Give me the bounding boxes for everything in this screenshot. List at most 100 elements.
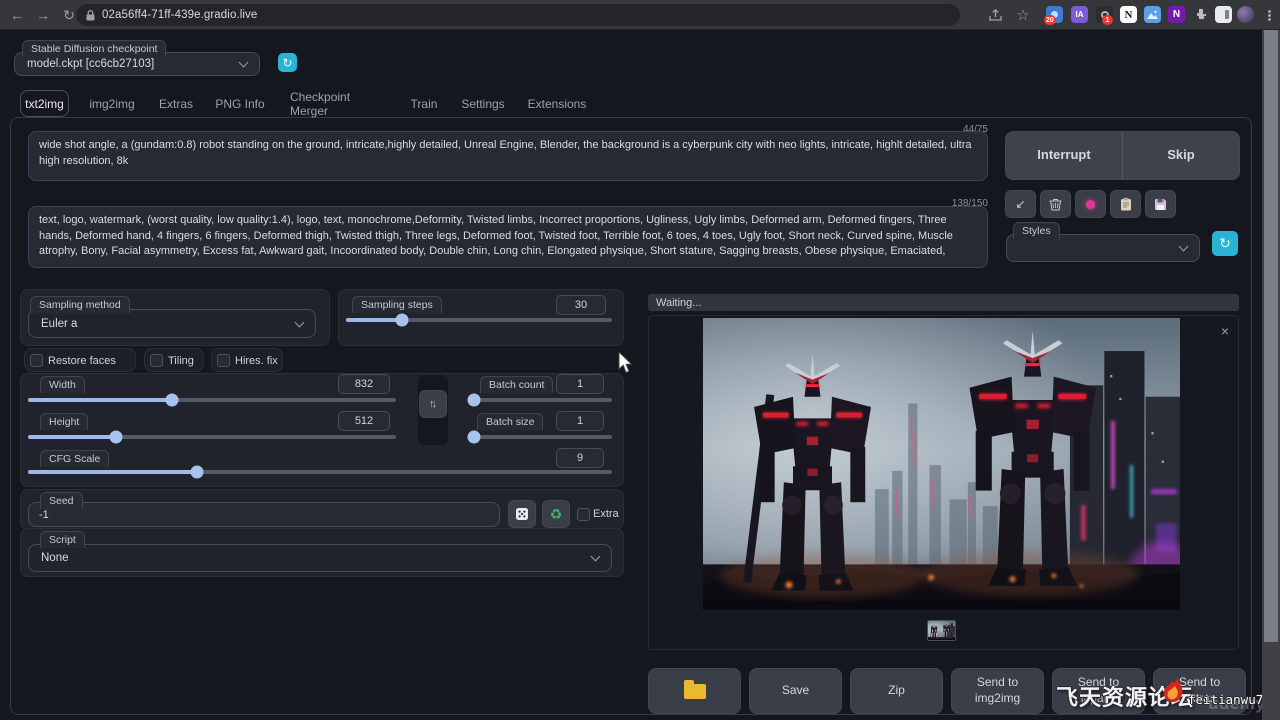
tab-img2img[interactable]: img2img: [88, 90, 136, 117]
extra-networks-button[interactable]: [1075, 190, 1106, 218]
close-image-button[interactable]: ×: [1216, 322, 1234, 340]
clear-prompt-button[interactable]: [1040, 190, 1071, 218]
browser-toolbar: ← → ↻ 02a56ff4-71ff-439e.gradio.live ☆ 2…: [0, 0, 1280, 30]
slider-thumb[interactable]: [110, 431, 123, 444]
batch-size-input[interactable]: [556, 411, 604, 431]
styles-label: Styles: [1013, 222, 1060, 239]
chevron-down-icon: [239, 58, 249, 68]
extra-seed-checkbox[interactable]: [577, 508, 590, 521]
tiling-label: Tiling: [168, 355, 194, 367]
extension-icon-notion[interactable]: N: [1120, 6, 1137, 23]
generated-image[interactable]: [703, 318, 1180, 610]
clipboard-icon: [1120, 197, 1132, 211]
sampling-method-dropdown[interactable]: Euler a: [28, 309, 316, 338]
batch-size-slider[interactable]: [468, 435, 612, 439]
save-style-button[interactable]: [1145, 190, 1176, 218]
bookmark-star-icon[interactable]: ☆: [1012, 4, 1034, 26]
sampling-method-label: Sampling method: [30, 296, 130, 313]
folder-icon: [684, 684, 706, 699]
skip-button[interactable]: Skip: [1123, 147, 1239, 164]
dice-icon: [515, 507, 529, 521]
zip-button[interactable]: Zip: [850, 668, 943, 714]
random-seed-button[interactable]: [508, 500, 536, 528]
save-button[interactable]: Save: [749, 668, 842, 714]
extra-seed-label: Extra: [593, 508, 619, 520]
address-bar[interactable]: 02a56ff4-71ff-439e.gradio.live: [76, 4, 960, 26]
scrollbar-thumb[interactable]: [1264, 30, 1278, 642]
slider-thumb[interactable]: [467, 431, 480, 444]
sampling-steps-slider[interactable]: [346, 318, 612, 322]
tab-extras[interactable]: Extras: [156, 90, 196, 117]
mouse-cursor: [618, 352, 638, 374]
width-input[interactable]: [338, 374, 390, 394]
swap-arrows-icon: ↑↓: [429, 398, 437, 410]
paste-generation-params-button[interactable]: ↙: [1005, 190, 1036, 218]
prompt-textarea[interactable]: wide shot angle, a (gundam:0.8) robot st…: [28, 131, 988, 181]
tab-train[interactable]: Train: [408, 90, 440, 117]
slider-thumb[interactable]: [395, 314, 408, 327]
width-label: Width: [40, 376, 85, 393]
seed-input[interactable]: [28, 502, 500, 527]
chevron-down-icon: [295, 317, 305, 327]
lock-icon: [86, 10, 95, 21]
open-folder-button[interactable]: [648, 668, 741, 714]
tab-checkpoint-merger[interactable]: Checkpoint Merger: [290, 90, 390, 117]
batch-count-input[interactable]: [556, 374, 604, 394]
cfg-scale-input[interactable]: [556, 448, 604, 468]
tab-txt2img[interactable]: txt2img: [20, 90, 69, 117]
seed-label: Seed: [40, 492, 83, 509]
width-slider[interactable]: [28, 398, 396, 402]
extension-icon-ia[interactable]: IA: [1071, 6, 1088, 23]
extension-icon-onenote[interactable]: N: [1168, 6, 1185, 23]
batch-size-label: Batch size: [477, 413, 543, 430]
script-dropdown[interactable]: None: [28, 544, 612, 572]
url-text: 02a56ff4-71ff-439e.gradio.live: [102, 9, 257, 21]
recycle-icon: ♻: [550, 506, 563, 523]
script-label: Script: [40, 531, 85, 548]
progress-bar: Waiting...: [648, 294, 1239, 311]
cfg-scale-slider[interactable]: [28, 470, 612, 474]
share-icon[interactable]: [984, 4, 1006, 26]
extensions-puzzle-icon[interactable]: [1192, 6, 1209, 23]
height-slider[interactable]: [28, 435, 396, 439]
reuse-seed-button[interactable]: ♻: [542, 500, 570, 528]
swap-width-height-button[interactable]: ↑↓: [419, 390, 447, 418]
sampling-method-value: Euler a: [41, 318, 77, 330]
side-panel-icon[interactable]: [1215, 6, 1232, 23]
batch-count-slider[interactable]: [468, 398, 612, 402]
negative-prompt-textarea[interactable]: text, logo, watermark, (worst quality, l…: [28, 206, 988, 268]
hires-fix-label: Hires. fix: [235, 355, 278, 367]
profile-avatar[interactable]: [1237, 6, 1254, 23]
styles-refresh-button[interactable]: ↻: [1212, 231, 1238, 256]
tiling-checkbox[interactable]: [150, 354, 163, 367]
tab-settings[interactable]: Settings: [460, 90, 506, 117]
screenshot-root: { "colors": {"accent_teal": "#2ab3d4", "…: [0, 0, 1280, 720]
trash-icon: [1049, 198, 1062, 211]
checkpoint-refresh-button[interactable]: ↻: [278, 53, 297, 72]
cfg-scale-label: CFG Scale: [40, 450, 109, 467]
tab-extensions[interactable]: Extensions: [528, 90, 586, 117]
restore-faces-checkbox[interactable]: [30, 354, 43, 367]
chevron-down-icon: [591, 552, 601, 562]
height-input[interactable]: [338, 411, 390, 431]
apply-styles-button[interactable]: [1110, 190, 1141, 218]
browser-menu-kebab-icon[interactable]: [1258, 4, 1280, 26]
browser-back-icon[interactable]: ←: [6, 4, 28, 26]
slider-thumb[interactable]: [467, 394, 480, 407]
hires-fix-checkbox[interactable]: [217, 354, 230, 367]
interrupt-skip-group: Interrupt Skip: [1005, 131, 1240, 180]
slider-thumb[interactable]: [191, 466, 204, 479]
send-to-img2img-button[interactable]: Send to img2img: [951, 668, 1044, 714]
checkpoint-value: model.ckpt [cc6cb27103]: [27, 58, 154, 70]
extra-networks-dot-icon: [1086, 200, 1095, 209]
height-label: Height: [40, 413, 88, 430]
browser-forward-icon[interactable]: →: [32, 4, 54, 26]
interrupt-button[interactable]: Interrupt: [1006, 147, 1122, 164]
batch-count-label: Batch count: [480, 376, 553, 393]
slider-thumb[interactable]: [165, 394, 178, 407]
gallery-thumbnail[interactable]: [927, 620, 956, 641]
extension-icon-image[interactable]: [1144, 6, 1161, 23]
extension-badge-20: 20: [1044, 15, 1056, 25]
sampling-steps-input[interactable]: [556, 295, 606, 315]
tab-png-info[interactable]: PNG Info: [215, 90, 265, 117]
